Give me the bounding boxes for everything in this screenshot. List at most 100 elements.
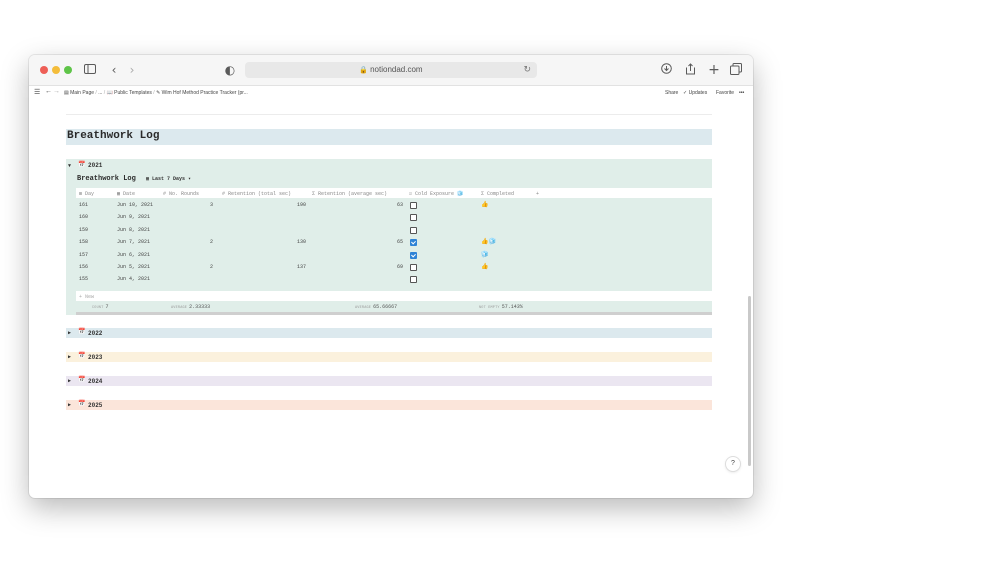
group-year[interactable]: 2022 (88, 330, 102, 337)
zoom-window-button[interactable] (64, 66, 72, 74)
database-title[interactable]: Breathwork Log (77, 175, 136, 183)
breadcrumb-current-page[interactable]: Wim Hof Method Practice Tracker (pr... (162, 90, 248, 96)
toggle-closed-icon[interactable]: ▶ (68, 354, 71, 360)
column-header-retention-average[interactable]: Σ Retention (average sec) (312, 191, 387, 197)
breadcrumb-main-page[interactable]: Main Page (70, 90, 94, 96)
cell-day[interactable]: 156 (79, 264, 88, 270)
back-arrow-icon[interactable]: ← (45, 88, 52, 95)
cell-date[interactable]: Jun 7, 2021 (117, 239, 150, 245)
table-row[interactable]: 158 Jun 7, 2021 2 130 65 👍🧊 (76, 236, 712, 248)
group-year[interactable]: 2025 (88, 402, 102, 409)
help-button[interactable]: ? (726, 457, 740, 471)
calc-retention-average[interactable]: AVERAGE 65.66667 (355, 304, 397, 310)
cell-date[interactable]: Jun 10, 2021 (117, 202, 153, 208)
cell-retention-average[interactable]: 63 (312, 202, 403, 208)
completed-emoji[interactable]: 🧊 (481, 251, 488, 258)
breadcrumb-ellipsis[interactable]: ... (98, 90, 102, 96)
calc-rounds-average[interactable]: AVERAGE 2.33333 (171, 304, 210, 310)
cold-exposure-checkbox[interactable] (410, 239, 417, 247)
completed-emoji[interactable]: 👍 (481, 201, 488, 208)
cell-retention-total[interactable]: 190 (222, 202, 306, 208)
cell-rounds[interactable]: 2 (163, 239, 213, 245)
group-year[interactable]: 2023 (88, 354, 102, 361)
calc-count[interactable]: COUNT 7 (92, 304, 109, 310)
cell-rounds[interactable]: 2 (163, 264, 213, 270)
cell-day[interactable]: 155 (79, 276, 88, 282)
new-row-label: + New (79, 294, 95, 300)
table-row[interactable]: 159 Jun 8, 2021 (76, 224, 712, 236)
group-year[interactable]: 2024 (88, 378, 102, 385)
toggle-closed-icon[interactable]: ▶ (68, 402, 71, 408)
add-column-button[interactable]: + (536, 191, 539, 197)
column-header-completed[interactable]: Σ Completed (481, 191, 514, 197)
horizontal-scrollbar[interactable] (76, 312, 712, 315)
cell-day[interactable]: 159 (79, 227, 88, 233)
forward-icon[interactable]: › (125, 63, 139, 77)
cold-exposure-checkbox[interactable] (410, 214, 417, 222)
cold-exposure-checkbox[interactable] (410, 251, 417, 259)
cell-date[interactable]: Jun 4, 2021 (117, 276, 150, 282)
new-row-button[interactable]: + New (76, 291, 712, 301)
share-button[interactable]: Share (665, 90, 678, 96)
cell-retention-total[interactable]: 137 (222, 264, 306, 270)
cell-day[interactable]: 160 (79, 214, 88, 220)
cell-retention-total[interactable]: 130 (222, 239, 306, 245)
cell-date[interactable]: Jun 6, 2021 (117, 252, 150, 258)
cell-day[interactable]: 158 (79, 239, 88, 245)
page-title[interactable]: Breathwork Log (67, 130, 159, 142)
cell-rounds[interactable]: 3 (163, 202, 213, 208)
table-row[interactable]: 160 Jun 9, 2021 (76, 211, 712, 223)
share-icon[interactable] (683, 63, 697, 77)
cold-exposure-checkbox[interactable] (410, 202, 417, 209)
cold-exposure-checkbox[interactable] (410, 264, 417, 271)
menu-icon[interactable]: ☰ (34, 88, 40, 96)
calc-label: NOT EMPTY (479, 306, 500, 310)
cell-date[interactable]: Jun 9, 2021 (117, 214, 150, 220)
close-window-button[interactable] (40, 66, 48, 74)
completed-emoji[interactable]: 👍🧊 (481, 238, 496, 245)
reload-icon[interactable]: ↻ (523, 62, 531, 78)
column-label: Cold Exposure (415, 191, 455, 197)
cell-day[interactable]: 157 (79, 252, 88, 258)
toggle-open-icon[interactable]: ▼ (68, 163, 71, 169)
sidebar-icon[interactable] (83, 63, 97, 77)
new-tab-icon[interactable]: + (707, 63, 721, 77)
more-options-button[interactable]: ••• (739, 90, 744, 96)
forward-arrow-icon[interactable]: → (53, 88, 60, 95)
group-year[interactable]: 2021 (88, 162, 102, 169)
tabs-overview-icon[interactable] (729, 63, 743, 77)
table-row[interactable]: 161 Jun 10, 2021 3 190 63 👍 (76, 199, 712, 211)
cell-day[interactable]: 161 (79, 202, 88, 208)
table-row[interactable]: 155 Jun 4, 2021 (76, 273, 712, 285)
scrollbar-thumb[interactable] (748, 296, 751, 466)
toggle-closed-icon[interactable]: ▶ (68, 378, 71, 384)
cold-exposure-checkbox[interactable] (410, 226, 417, 234)
cell-retention-average[interactable]: 65 (312, 239, 403, 245)
breadcrumb-public-templates[interactable]: Public Templates (114, 90, 152, 96)
completed-emoji[interactable]: 👍 (481, 263, 488, 270)
table-row[interactable]: 157 Jun 6, 2021 🧊 (76, 249, 712, 261)
view-selector[interactable]: ▦ Last 7 Days ▾ (146, 176, 191, 182)
column-header-day[interactable]: ⊞ Day (79, 191, 94, 197)
column-header-date[interactable]: ▦ Date (117, 191, 135, 197)
cell-date[interactable]: Jun 5, 2021 (117, 264, 150, 270)
download-icon[interactable] (659, 63, 673, 77)
favorite-button[interactable]: Favorite (716, 90, 734, 96)
column-label: Retention (total sec) (228, 191, 292, 197)
column-header-retention-total[interactable]: # Retention (total sec) (222, 191, 291, 197)
cell-retention-average[interactable]: 69 (312, 264, 403, 270)
cell-date[interactable]: Jun 8, 2021 (117, 227, 150, 233)
vertical-scrollbar[interactable] (748, 101, 752, 491)
toggle-closed-icon[interactable]: ▶ (68, 330, 71, 336)
column-header-cold-exposure[interactable]: ☑ Cold Exposure 🧊 (409, 191, 463, 197)
table-row[interactable]: 156 Jun 5, 2021 2 137 69 👍 (76, 261, 712, 273)
calc-cold-not-empty[interactable]: NOT EMPTY 57.143% (479, 304, 523, 310)
privacy-shield-icon[interactable]: ◐ (223, 63, 237, 77)
calc-label: AVERAGE (171, 306, 188, 310)
minimize-window-button[interactable] (52, 66, 60, 74)
column-header-rounds[interactable]: # No. Rounds (163, 191, 199, 197)
updates-button[interactable]: ✓ Updates (683, 90, 707, 96)
address-bar[interactable]: 🔒 notiondad.com ↻ (245, 62, 537, 78)
cold-exposure-checkbox[interactable] (410, 276, 417, 284)
back-icon[interactable]: ‹ (107, 63, 121, 77)
